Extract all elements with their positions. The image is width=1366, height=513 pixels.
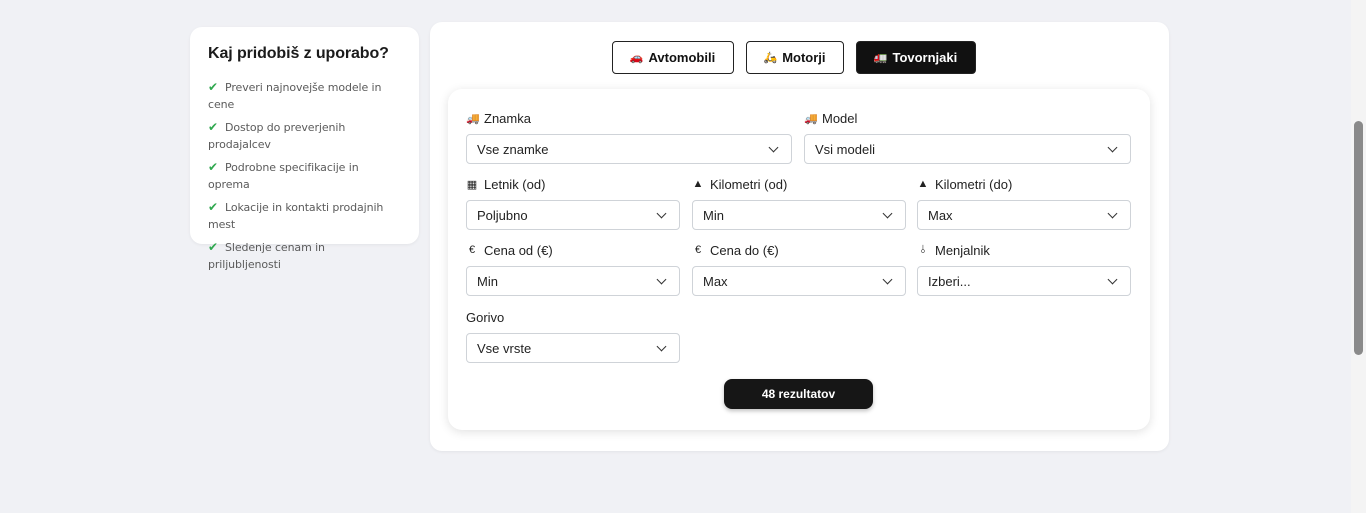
year-from-select[interactable]: Poljubno bbox=[466, 200, 680, 230]
page-scrollbar[interactable] bbox=[1351, 0, 1366, 513]
price-to-select[interactable]: Max bbox=[692, 266, 906, 296]
chevron-down-icon bbox=[1107, 208, 1118, 218]
vehicle-tabs: 🚗 Avtomobili 🛵 Motorji 🚛 Tovornjaki bbox=[430, 41, 1169, 74]
tab-motorcycles[interactable]: 🛵 Motorji bbox=[745, 41, 844, 74]
price-from-field: € Cena od (€) Min bbox=[466, 242, 680, 296]
truck-icon: 🚚 bbox=[804, 112, 818, 125]
benefit-item: ✔ Sledenje cenam in priljubljenosti bbox=[208, 240, 325, 271]
price-from-select[interactable]: Min bbox=[466, 266, 680, 296]
chevron-down-icon bbox=[768, 142, 779, 152]
search-panel: 🚗 Avtomobili 🛵 Motorji 🚛 Tovornjaki 🚚 Zna… bbox=[430, 22, 1169, 451]
benefits-list: ✔ Preveri najnovejše modele in cene ✔ Dost… bbox=[208, 79, 401, 273]
chevron-down-icon bbox=[1107, 274, 1118, 284]
show-results-button[interactable]: 48 rezultatov bbox=[724, 379, 873, 409]
chevron-down-icon bbox=[656, 341, 667, 351]
year-from-field: ▦ Letnik (od) Poljubno bbox=[466, 176, 680, 230]
benefit-item: ✔ Dostop do preverjenih prodajalcev bbox=[208, 120, 346, 151]
fuel-field: Gorivo Vse vrste bbox=[466, 309, 680, 363]
weight-icon: ▲ bbox=[917, 178, 929, 190]
gearbox-select[interactable]: Izberi... bbox=[917, 266, 1131, 296]
check-icon: ✔ bbox=[208, 160, 218, 174]
check-icon: ✔ bbox=[208, 80, 218, 94]
check-icon: ✔ bbox=[208, 200, 218, 214]
brand-field: 🚚 Znamka Vse znamke bbox=[466, 110, 792, 164]
chevron-down-icon bbox=[656, 274, 667, 284]
tab-trucks[interactable]: 🚛 Tovornjaki bbox=[855, 41, 976, 74]
chevron-down-icon bbox=[882, 274, 893, 284]
chevron-down-icon bbox=[882, 208, 893, 218]
fuel-select[interactable]: Vse vrste bbox=[466, 333, 680, 363]
motorcycle-icon: 🛵 bbox=[763, 52, 778, 64]
filter-form: 🚚 Znamka Vse znamke 🚚 Model Vsi modeli ▦ Le… bbox=[448, 89, 1150, 430]
benefit-item: ✔ Preveri najnovejše modele in cene bbox=[208, 80, 382, 111]
check-icon: ✔ bbox=[208, 240, 218, 254]
chevron-down-icon bbox=[1107, 142, 1118, 152]
truck-icon: 🚛 bbox=[873, 52, 888, 64]
chevron-down-icon bbox=[656, 208, 667, 218]
calendar-icon: ▦ bbox=[466, 178, 478, 191]
model-field: 🚚 Model Vsi modeli bbox=[804, 110, 1131, 164]
gear-shift-icon: ⫰ bbox=[920, 243, 926, 256]
km-to-field: ▲ Kilometri (do) Max bbox=[917, 176, 1131, 230]
km-from-field: ▲ Kilometri (od) Min bbox=[692, 176, 906, 230]
euro-icon: € bbox=[694, 244, 702, 256]
truck-icon: 🚚 bbox=[466, 112, 480, 125]
gearbox-field: ⫰ Menjalnik Izberi... bbox=[917, 242, 1131, 296]
brand-select[interactable]: Vse znamke bbox=[466, 134, 792, 164]
benefit-item: ✔ Podrobne specifikacije in oprema bbox=[208, 160, 359, 191]
benefits-title: Kaj pridobiš z uporabo? bbox=[208, 45, 389, 62]
check-icon: ✔ bbox=[208, 120, 218, 134]
euro-icon: € bbox=[468, 244, 476, 256]
car-icon: 🚗 bbox=[629, 52, 644, 64]
benefit-item: ✔ Lokacije in kontakti prodajnih mest bbox=[208, 200, 384, 231]
scrollbar-thumb[interactable] bbox=[1354, 121, 1363, 355]
km-to-select[interactable]: Max bbox=[917, 200, 1131, 230]
tab-cars[interactable]: 🚗 Avtomobili bbox=[611, 41, 734, 74]
benefits-card: Kaj pridobiš z uporabo? ✔ Preveri najnove… bbox=[190, 27, 419, 271]
model-select[interactable]: Vsi modeli bbox=[804, 134, 1131, 164]
weight-icon: ▲ bbox=[692, 178, 704, 190]
km-from-select[interactable]: Min bbox=[692, 200, 906, 230]
price-to-field: € Cena do (€) Max bbox=[692, 242, 906, 296]
